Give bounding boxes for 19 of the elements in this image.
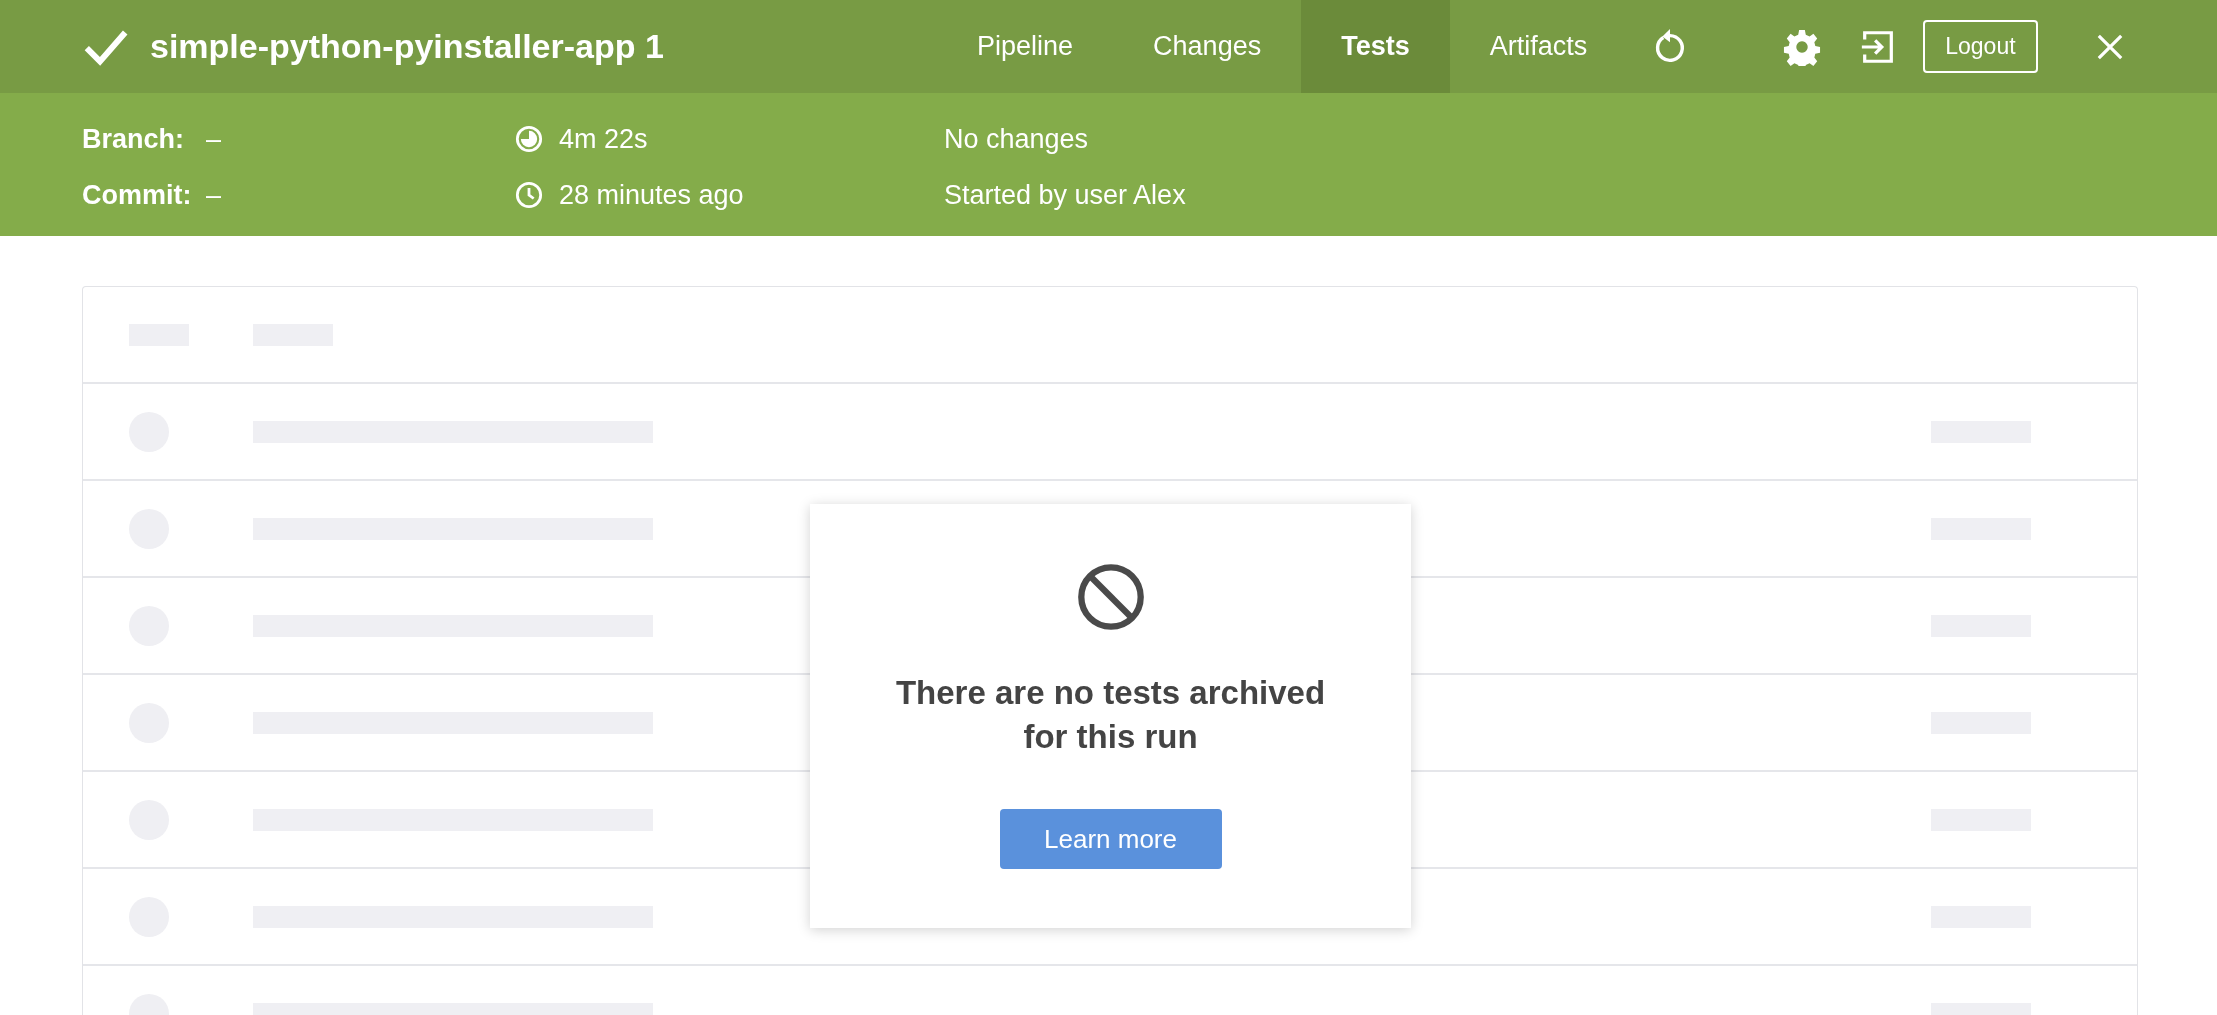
duration-icon — [515, 125, 543, 153]
clock-icon — [515, 181, 543, 209]
commit-value: – — [206, 179, 222, 211]
learn-more-button[interactable]: Learn more — [999, 809, 1222, 869]
nav-tab[interactable]: Changes — [1113, 0, 1302, 93]
time-text: 28 minutes ago — [559, 179, 744, 211]
commit-label: Commit: — [82, 179, 190, 211]
nav-tab[interactable]: Pipeline — [937, 0, 1114, 93]
nav-tab[interactable]: Artifacts — [1449, 0, 1628, 93]
nav-tab[interactable]: Tests — [1301, 0, 1450, 93]
empty-message: There are no tests archived for this run — [894, 673, 1327, 757]
logout-button[interactable]: Logout — [1923, 20, 2038, 73]
cause-text: Started by user Alex — [944, 179, 1186, 211]
branch-value: – — [206, 123, 222, 155]
changes-text: No changes — [944, 123, 1089, 155]
run-title: simple-python-pyinstaller-app 1 — [150, 27, 664, 66]
duration-text: 4m 22s — [559, 123, 648, 155]
settings-icon[interactable] — [1783, 27, 1822, 66]
branch-label: Branch: — [82, 123, 185, 155]
